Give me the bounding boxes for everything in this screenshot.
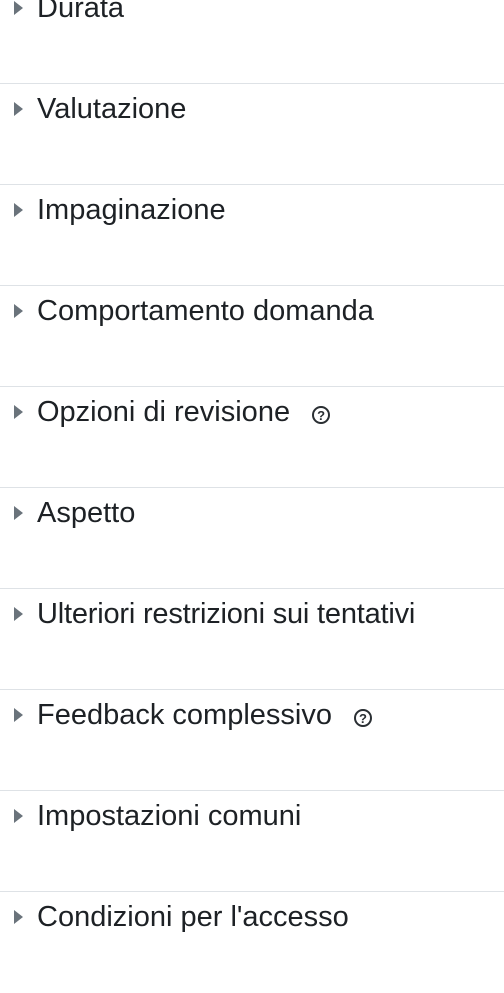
section-header-durata[interactable]: Durata <box>14 0 124 28</box>
section-header-impostazioni-comuni[interactable]: Impostazioni comuni <box>14 796 301 836</box>
question-circle-icon[interactable]: ? <box>353 709 372 727</box>
section-impaginazione: Impaginazione <box>0 185 504 286</box>
caret-right-icon <box>14 708 23 722</box>
section-label: Ulteriori restrizioni sui tentativi <box>37 598 416 630</box>
section-header-aspetto[interactable]: Aspetto <box>14 493 135 533</box>
caret-right-icon <box>14 304 23 318</box>
section-feedback-complessivo: Feedback complessivo ? <box>0 690 504 791</box>
question-circle-icon[interactable]: ? <box>312 406 331 424</box>
section-label: Feedback complessivo <box>37 699 332 731</box>
caret-right-icon <box>14 910 23 924</box>
section-header-valutazione[interactable]: Valutazione <box>14 89 186 129</box>
section-header-condizioni-per-l-accesso[interactable]: Condizioni per l'accesso <box>14 897 349 937</box>
caret-right-icon <box>14 405 23 419</box>
caret-right-icon <box>14 203 23 217</box>
section-impostazioni-comuni: Impostazioni comuni <box>0 791 504 892</box>
section-header-impaginazione[interactable]: Impaginazione <box>14 190 226 230</box>
section-ulteriori-restrizioni: Ulteriori restrizioni sui tentativi <box>0 589 504 690</box>
caret-right-icon <box>14 809 23 823</box>
section-aspetto: Aspetto <box>0 488 504 589</box>
caret-right-icon <box>14 506 23 520</box>
section-header-opzioni-di-revisione[interactable]: Opzioni di revisione ? <box>14 392 331 432</box>
section-header-ulteriori-restrizioni[interactable]: Ulteriori restrizioni sui tentativi <box>14 594 415 634</box>
caret-right-icon <box>14 607 23 621</box>
section-valutazione: Valutazione <box>0 84 504 185</box>
caret-right-icon <box>14 102 23 116</box>
section-durata: Durata <box>0 0 504 84</box>
settings-sections-list: Durata Valutazione Impaginazione Comport… <box>0 0 504 993</box>
section-label: Comportamento domanda <box>37 295 374 327</box>
section-label: Opzioni di revisione <box>37 396 291 428</box>
section-label: Impostazioni comuni <box>37 800 302 832</box>
section-label: Impaginazione <box>37 194 226 226</box>
section-label: Condizioni per l'accesso <box>37 901 349 933</box>
section-label: Durata <box>37 0 125 24</box>
section-label: Valutazione <box>37 93 187 125</box>
section-label: Aspetto <box>37 497 136 529</box>
caret-right-icon <box>14 1 23 15</box>
section-opzioni-di-revisione: Opzioni di revisione ? <box>0 387 504 488</box>
section-header-comportamento-domanda[interactable]: Comportamento domanda <box>14 291 374 331</box>
section-comportamento-domanda: Comportamento domanda <box>0 286 504 387</box>
section-condizioni-per-l-accesso: Condizioni per l'accesso <box>0 892 504 993</box>
section-header-feedback-complessivo[interactable]: Feedback complessivo ? <box>14 695 372 735</box>
